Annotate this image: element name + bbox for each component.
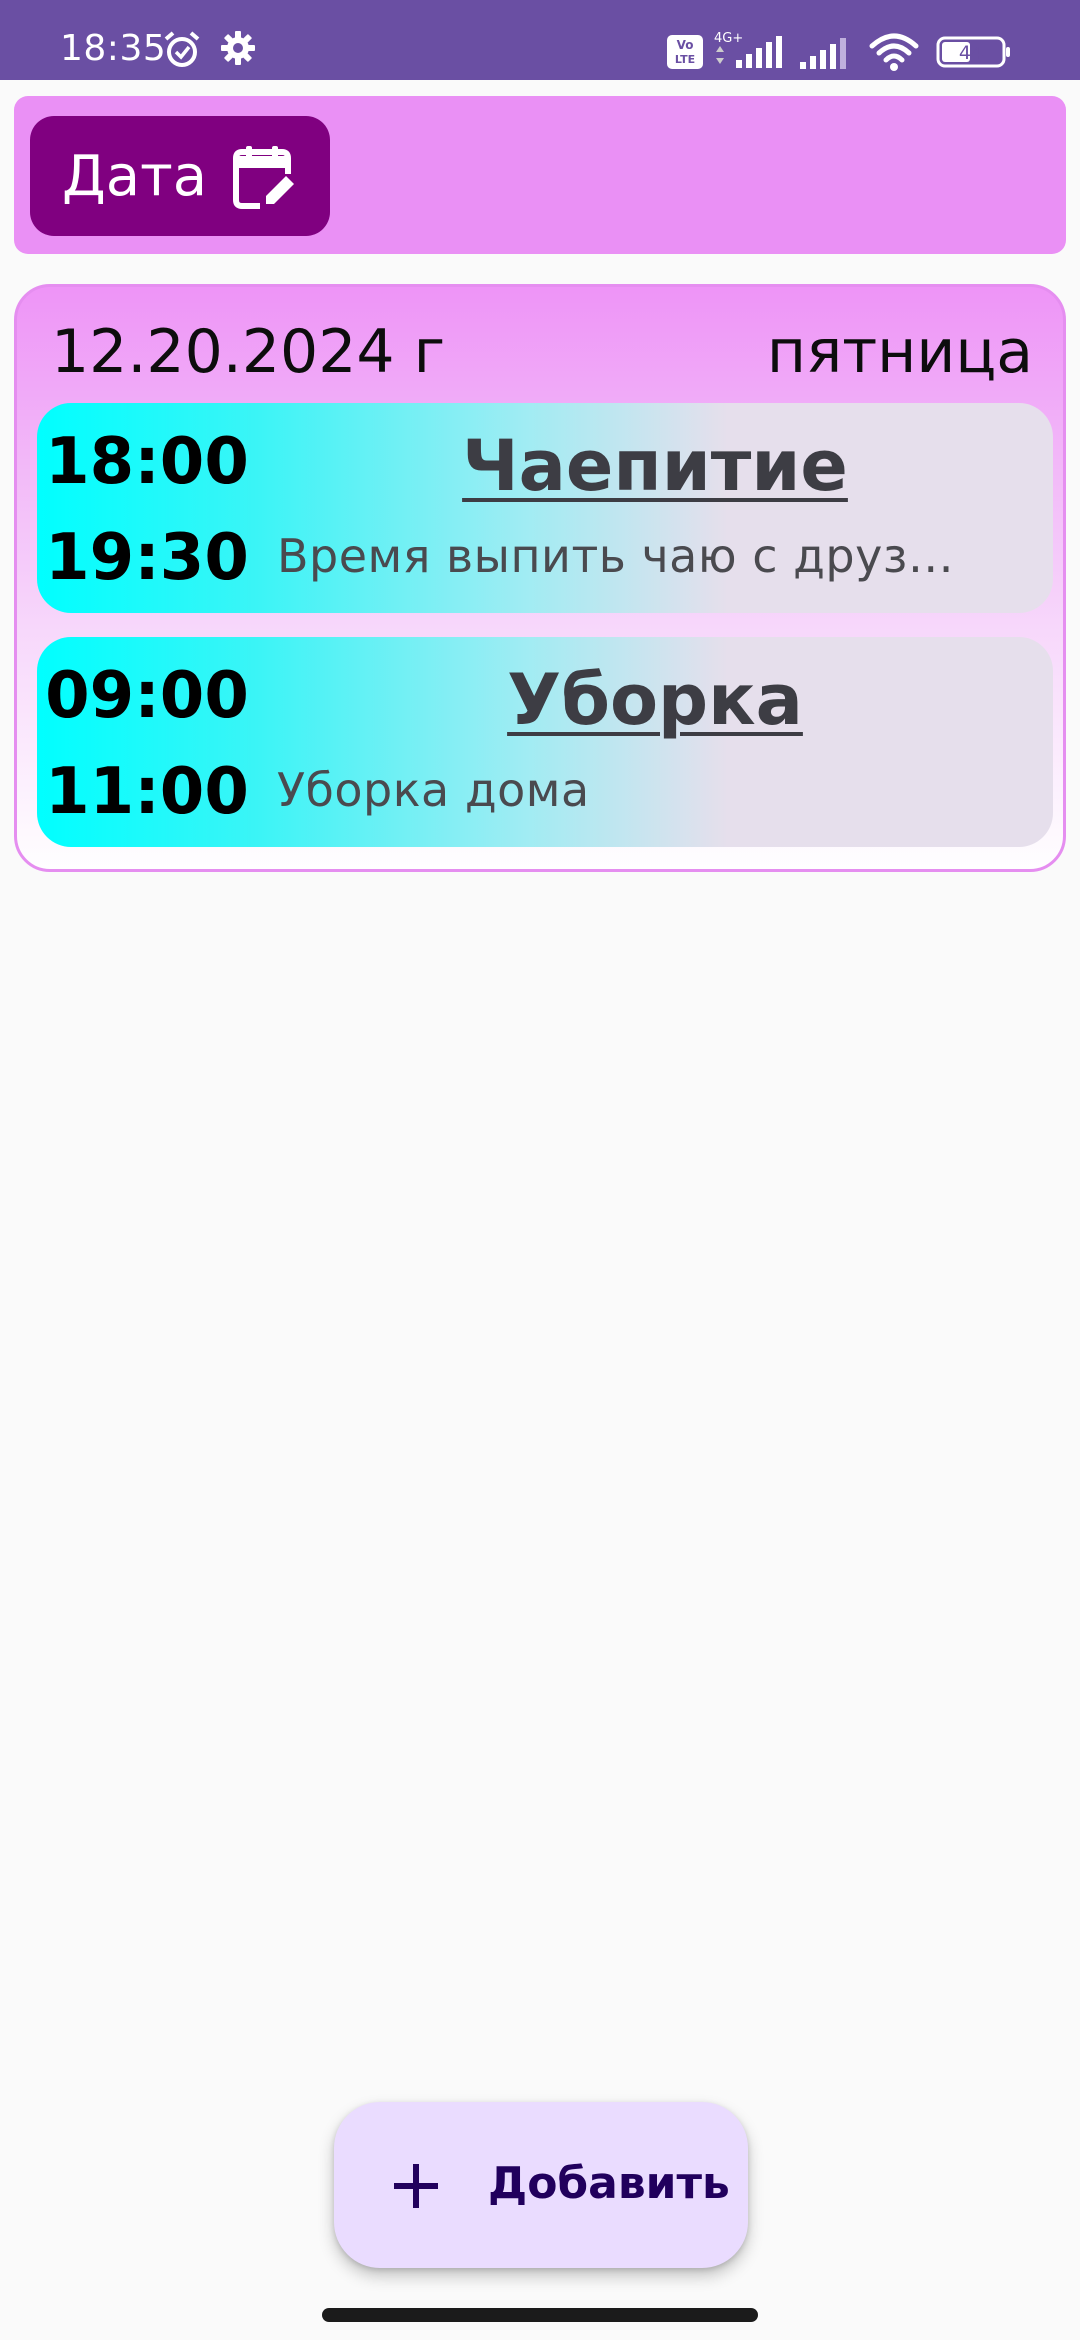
event-end-time: 19:30 bbox=[45, 521, 249, 595]
alarm-icon bbox=[164, 31, 200, 67]
volte-icon: Vo LTE bbox=[667, 35, 703, 69]
day-weekday: пятница bbox=[766, 317, 1033, 387]
add-event-button[interactable]: Добавить bbox=[334, 2102, 748, 2268]
status-time: 18:35 bbox=[60, 28, 167, 69]
day-card: 12.20.2024 г пятница 18:00 19:30 Чаепити… bbox=[14, 284, 1066, 872]
signal-icon-2 bbox=[800, 38, 846, 69]
day-date: 12.20.2024 г bbox=[51, 317, 446, 387]
plus-icon bbox=[394, 2164, 438, 2208]
gear-icon bbox=[221, 31, 255, 65]
status-bar: 18:35 Vo LTE 4G+ 44 bbox=[0, 0, 1080, 80]
wifi-icon bbox=[869, 33, 919, 71]
event-card[interactable]: 18:00 19:30 Чаепитие Время выпить чаю с … bbox=[37, 403, 1053, 613]
event-end-time: 11:00 bbox=[45, 755, 249, 829]
add-button-label: Добавить bbox=[488, 2158, 730, 2209]
svg-text:LTE: LTE bbox=[675, 53, 695, 66]
event-description: Уборка дома bbox=[277, 763, 590, 817]
signal-icon: 4G+ bbox=[714, 31, 782, 68]
event-description: Время выпить чаю с друзьями bbox=[277, 529, 963, 583]
event-card[interactable]: 09:00 11:00 Уборка Уборка дома bbox=[37, 637, 1053, 847]
battery-icon: 44 bbox=[936, 36, 1010, 68]
network-type-label: 4G+ bbox=[714, 31, 743, 46]
calendar-edit-icon bbox=[233, 146, 294, 209]
event-title: Уборка bbox=[507, 659, 803, 741]
date-button-label: Дата bbox=[62, 144, 208, 209]
home-indicator[interactable] bbox=[322, 2308, 758, 2322]
event-start-time: 18:00 bbox=[45, 425, 249, 499]
battery-level: 44 bbox=[959, 42, 983, 64]
svg-text:Vo: Vo bbox=[677, 38, 694, 52]
event-start-time: 09:00 bbox=[45, 659, 249, 733]
event-title: Чаепитие bbox=[462, 425, 848, 507]
date-picker-button[interactable]: Дата bbox=[30, 116, 330, 236]
